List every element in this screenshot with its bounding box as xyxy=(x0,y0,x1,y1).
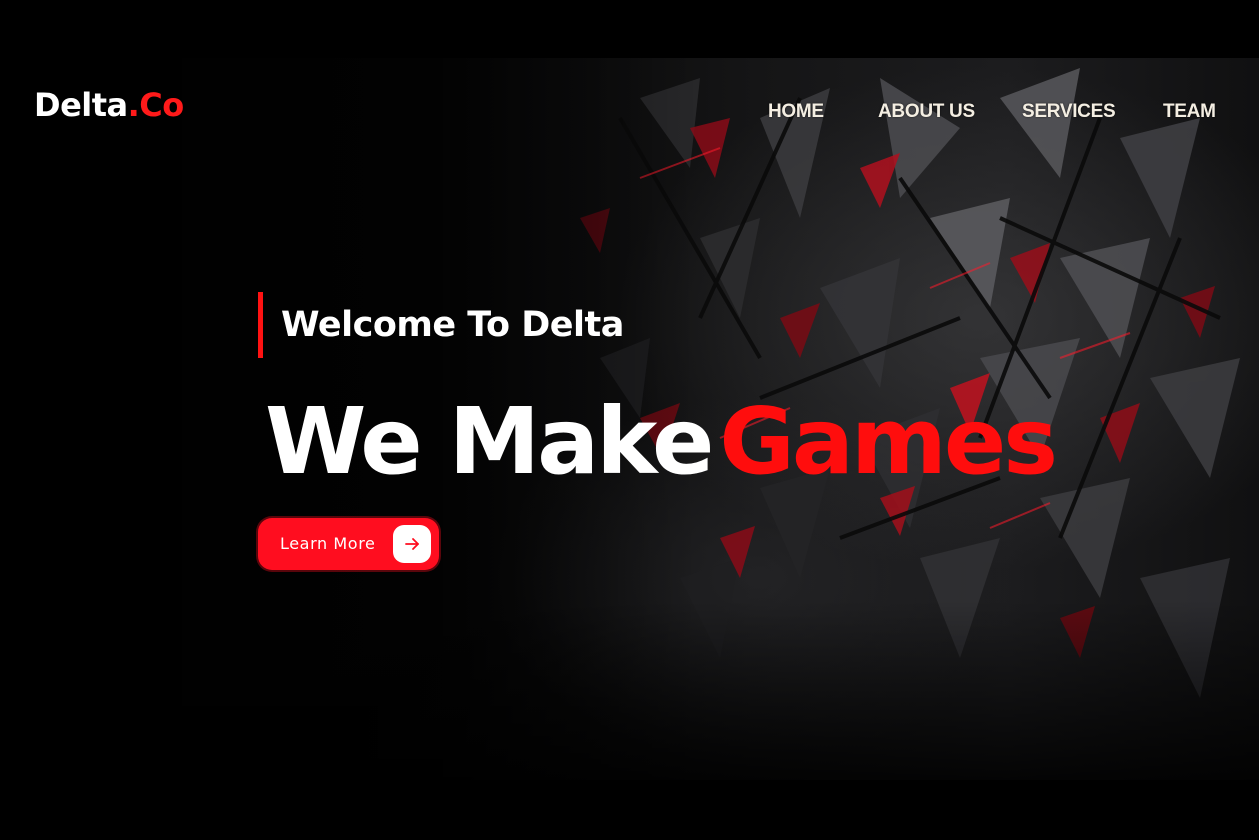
nav-item-team[interactable]: TEAM xyxy=(1163,98,1216,126)
brand-name: Delta xyxy=(34,86,128,124)
hero-tagline: Welcome To Delta xyxy=(281,305,624,345)
learn-more-button[interactable]: Learn More xyxy=(258,518,439,570)
nav-item-about-us[interactable]: ABOUT US xyxy=(878,98,975,126)
nav-item-home[interactable]: HOME xyxy=(768,98,824,126)
brand-logo[interactable]: Delta.Co xyxy=(34,84,184,126)
page: Delta.Co HOME ABOUT US SERVICES TEAM Wel… xyxy=(0,0,1259,840)
hero-bottom-fade xyxy=(0,600,1259,780)
learn-more-label: Learn More xyxy=(280,534,376,553)
brand-suffix: .Co xyxy=(127,86,185,124)
arrow-right-icon xyxy=(393,525,431,563)
nav-item-services[interactable]: SERVICES xyxy=(1022,98,1116,126)
hero-headline: We MakeGames xyxy=(265,388,1058,496)
headline-accent: Games xyxy=(719,388,1058,495)
headline-main: We Make xyxy=(265,388,714,495)
tagline-accent-bar xyxy=(258,292,263,358)
